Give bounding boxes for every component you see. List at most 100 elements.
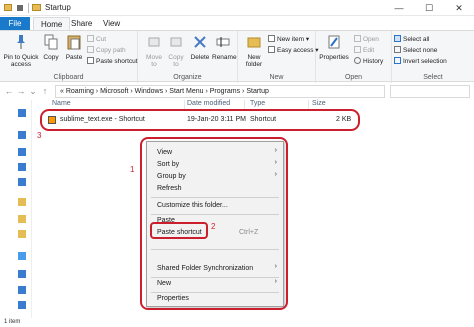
invert-selection-label: Invert selection [403, 58, 447, 65]
delete-icon [194, 36, 206, 48]
folder-nav-icon-1[interactable] [18, 198, 26, 206]
easy-access-label: Easy access [277, 47, 314, 54]
new-folder-icon [247, 37, 261, 48]
column-size[interactable]: Size [312, 100, 326, 107]
paste-button[interactable]: Paste [63, 34, 85, 61]
window-title: Startup [45, 3, 71, 12]
annotation-box-3 [40, 109, 360, 131]
invert-selection-icon [394, 57, 401, 64]
properties-label: Properties [319, 54, 349, 61]
cut-button[interactable]: Cut [87, 35, 106, 44]
organize-group-label: Organize [173, 74, 202, 81]
recent-chevron-icon[interactable]: ⌄ [28, 86, 38, 97]
history-label: History [363, 58, 384, 65]
column-type[interactable]: Type [250, 100, 265, 107]
copy-to-button[interactable]: Copy to [166, 34, 186, 68]
folder-nav-icon-2[interactable] [18, 215, 26, 223]
maximize-button[interactable]: ☐ [414, 0, 444, 16]
new-item-label: New item [277, 36, 305, 43]
open-group: Properties Open Edit History Open [316, 31, 392, 83]
new-item-icon [268, 35, 275, 42]
scissors-icon [87, 35, 94, 42]
copy-to-icon [170, 37, 182, 47]
paste-shortcut-ribbon-label: Paste shortcut [96, 58, 138, 65]
quick-access-properties-icon[interactable] [17, 5, 23, 11]
annotation-label-2: 2 [211, 222, 216, 231]
easy-access-button[interactable]: Easy access ▾ [268, 46, 319, 55]
onedrive-icon[interactable] [18, 252, 26, 260]
copy-path-button[interactable]: Copy path [87, 46, 126, 55]
annotation-label-3: 3 [37, 131, 42, 140]
properties-icon [328, 35, 340, 49]
tab-share[interactable]: Share [64, 17, 99, 31]
edit-button[interactable]: Edit [354, 46, 374, 55]
properties-button[interactable]: Properties [318, 34, 350, 61]
open-button[interactable]: Open [354, 35, 379, 44]
easy-access-icon [268, 46, 275, 53]
pin-label: Pin to Quick access [3, 54, 39, 68]
delete-button[interactable]: Delete [190, 34, 210, 61]
paste-label: Paste [65, 54, 83, 61]
copy-label: Copy [43, 54, 59, 61]
pictures-icon[interactable] [18, 178, 26, 186]
search-input[interactable] [390, 85, 470, 98]
history-button[interactable]: History [354, 57, 383, 66]
rename-button[interactable]: Rename [212, 34, 237, 61]
address-bar[interactable]: « Roaming › Microsoft › Windows › Start … [55, 85, 385, 98]
folder-nav-icon-3[interactable] [18, 230, 26, 238]
paste-shortcut-icon [87, 57, 94, 64]
edit-icon [354, 46, 361, 53]
select-all-icon [394, 35, 401, 42]
paste-shortcut-ribbon-button[interactable]: Paste shortcut [87, 57, 138, 66]
move-to-label: Move to [146, 54, 162, 68]
documents-icon[interactable] [18, 163, 26, 171]
copy-path-icon [87, 46, 94, 53]
paste-icon [67, 35, 81, 50]
drive-icon[interactable] [18, 286, 26, 294]
move-to-button[interactable]: Move to [144, 34, 164, 68]
open-group-label: Open [344, 74, 363, 81]
tab-file[interactable]: File [0, 17, 30, 31]
history-icon [354, 57, 361, 64]
column-name[interactable]: Name [52, 100, 71, 107]
edit-label: Edit [363, 47, 375, 54]
select-group-label: Select [423, 74, 443, 81]
invert-selection-button[interactable]: Invert selection [394, 57, 447, 66]
back-arrow-icon[interactable]: ← [4, 86, 14, 97]
downloads-icon[interactable] [18, 148, 26, 156]
address-row: ← → ⌄ ↑ « Roaming › Microsoft › Windows … [0, 83, 474, 100]
pin-quick-access-button[interactable]: Pin to Quick access [2, 34, 40, 68]
rename-label: Rename [212, 54, 237, 61]
new-item-button[interactable]: New item ▾ [268, 35, 309, 44]
select-none-button[interactable]: Select none [394, 46, 437, 55]
select-all-button[interactable]: Select all [394, 35, 429, 44]
quick-access-folder-icon[interactable] [4, 4, 12, 11]
column-date-modified[interactable]: Date modified [187, 100, 230, 107]
organize-group: Move to Copy to Delete Rename Organize [138, 31, 238, 83]
new-group-label: New [269, 74, 284, 81]
move-to-icon [148, 37, 160, 47]
open-icon [354, 35, 361, 42]
select-none-label: Select none [403, 47, 438, 54]
new-folder-button[interactable]: New folder [242, 34, 266, 68]
title-bar: Startup — ☐ ✕ [0, 0, 474, 16]
this-pc-icon[interactable] [18, 270, 26, 278]
new-group: New folder New item ▾ Easy access ▾ New [238, 31, 319, 83]
forward-arrow-icon[interactable]: → [16, 86, 26, 97]
copy-to-label: Copy to [168, 54, 184, 68]
quick-access-star-icon[interactable] [18, 109, 26, 117]
copy-button[interactable]: Copy [41, 34, 61, 61]
minimize-button[interactable]: — [384, 0, 414, 16]
network-icon[interactable] [18, 301, 26, 309]
pin-icon [17, 35, 25, 49]
clipboard-group: Pin to Quick access Copy Paste Cut Copy … [0, 31, 138, 83]
up-arrow-icon[interactable]: ↑ [40, 86, 50, 97]
close-button[interactable]: ✕ [444, 0, 474, 16]
tab-view[interactable]: View [96, 17, 127, 31]
cut-label: Cut [96, 36, 107, 43]
status-bar: 1 item [0, 318, 474, 327]
select-group: Select all Select none Invert selection … [392, 31, 474, 83]
desktop-icon[interactable] [18, 131, 26, 139]
select-none-icon [394, 46, 401, 53]
annotation-box-2 [150, 222, 208, 239]
